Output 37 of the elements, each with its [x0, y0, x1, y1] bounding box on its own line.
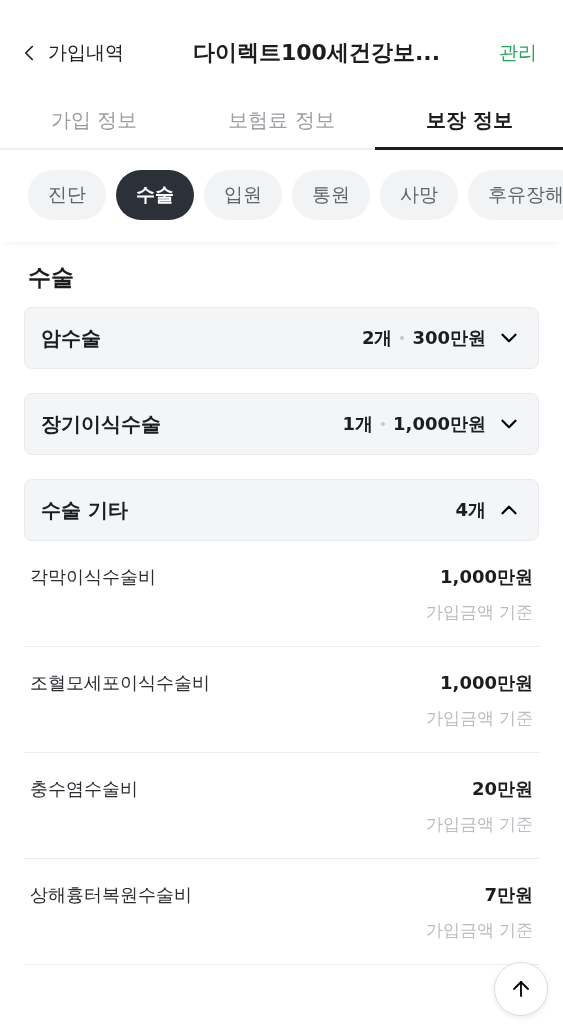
coverage-note: 가입금액 기준 [425, 919, 533, 942]
group-title: 장기이식수술 [41, 410, 162, 438]
coverage-note: 가입금액 기준 [425, 813, 533, 836]
coverage-amount: 20만원 [471, 777, 533, 801]
group-count: 1개 [342, 412, 374, 436]
section-title: 수술 [28, 263, 75, 292]
category-chip[interactable]: 통원 [292, 170, 370, 220]
category-chip[interactable]: 진단 [28, 170, 106, 220]
coverage-name: 충수염수술비 [30, 777, 138, 801]
group-amount: 1,000만원 [393, 412, 486, 436]
group-count: 4개 [455, 498, 486, 522]
separator-dot-icon [381, 422, 386, 426]
coverage-amount: 1,000만원 [440, 565, 533, 589]
coverage-name: 각막이식수술비 [30, 565, 156, 589]
separator-dot-icon [400, 336, 405, 340]
category-chip[interactable]: 수술 [116, 170, 194, 220]
coverage-name: 조혈모세포이식수술비 [30, 671, 210, 695]
coverage-note: 가입금액 기준 [425, 707, 533, 730]
category-chip[interactable]: 후유장해 [468, 170, 563, 220]
tab[interactable]: 보장 정보 [375, 106, 563, 150]
accordion-header[interactable]: 장기이식수술 1개 1,000만원 [24, 393, 539, 455]
coverage-note: 가입금액 기준 [425, 601, 533, 624]
category-chip[interactable]: 사망 [380, 170, 458, 220]
accordion-header[interactable]: 암수술 2개 300만원 [24, 307, 539, 369]
group-title: 암수술 [41, 324, 102, 352]
manage-link[interactable]: 관리 [499, 40, 537, 66]
page-title: 다이렉트100세건강보... [192, 39, 441, 67]
group-title: 수술 기타 [41, 496, 129, 524]
group-amount: 300만원 [412, 326, 486, 350]
category-chip[interactable]: 입원 [204, 170, 282, 220]
group-count: 2개 [361, 326, 393, 350]
coverage-name: 상해흉터복원수술비 [30, 883, 192, 907]
scroll-top-button[interactable] [494, 962, 548, 1016]
coverage-amount: 7만원 [484, 883, 533, 907]
coverage-amount: 1,000만원 [440, 671, 533, 695]
back-button[interactable]: 가입내역 [16, 40, 124, 66]
accordion-header[interactable]: 수술 기타 4개 [24, 479, 539, 541]
